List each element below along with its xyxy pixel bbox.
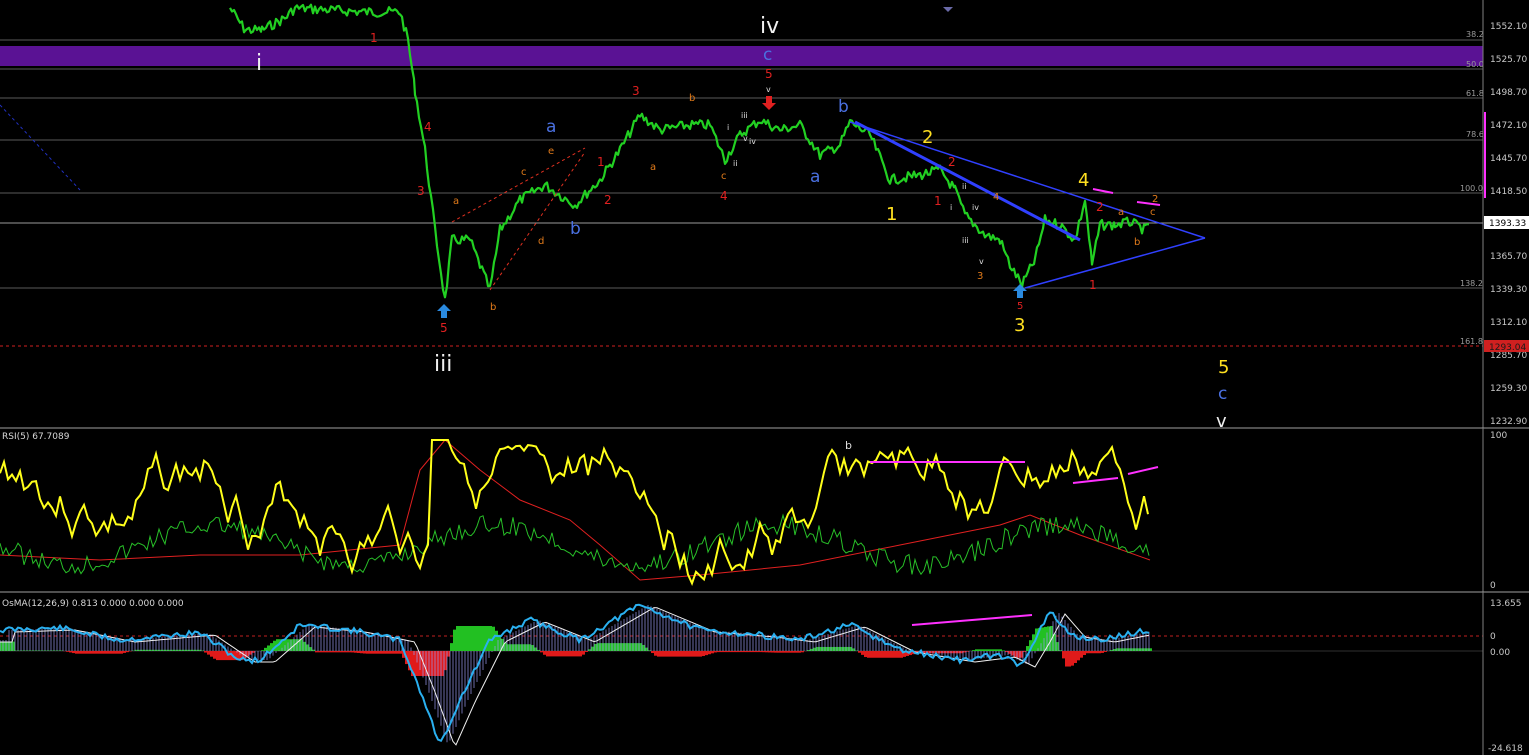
wave-label-w-iv2: iv [972, 203, 979, 212]
svg-text:1498.70: 1498.70 [1490, 88, 1527, 98]
rsi-title: RSI(5) 67.7089 [2, 432, 70, 442]
wave-label-3: 3 [1014, 315, 1025, 336]
wave-label-v: v [1216, 411, 1227, 432]
wave-label-red-5-top: 5 [765, 67, 773, 81]
wave-label-red-2c: 2 [1096, 200, 1104, 214]
wave-label-red-1c: 1 [1089, 278, 1097, 292]
trading-chart[interactable]: 38.2 50.0 61.8 78.6 100.0 138.2 161.8 i … [0, 0, 1529, 755]
fib-label-161: 161.8 [1460, 337, 1483, 346]
wave-label-o-b2: b [689, 93, 695, 104]
osma-max: 13.655 [1490, 599, 1522, 609]
wave-label-c-end: c [1218, 384, 1227, 404]
wave-label-o-a2: a [650, 162, 656, 173]
wave-label-o-e: e [548, 146, 554, 157]
wave-label-red-3: 3 [417, 184, 425, 198]
wave-label-c-top: c [763, 45, 772, 65]
wave-label-red-2b: 2 [948, 155, 956, 169]
svg-text:1418.50: 1418.50 [1490, 187, 1527, 197]
wave-label-1: 1 [886, 204, 897, 225]
fib-label-61: 61.8 [1466, 89, 1484, 98]
fib-label-50: 50.0 [1466, 60, 1484, 69]
wave-label-w-i: i [727, 123, 729, 132]
wave-label-o-a: a [453, 196, 459, 207]
wave-label-i: i [256, 51, 262, 76]
target-price-value: 1293.04 [1489, 343, 1526, 353]
wave-label-w-iii: iii [741, 111, 748, 120]
wave-label-w-v2: v [979, 257, 984, 266]
wave-label-iii: iii [434, 352, 452, 377]
osma-signal-line [0, 607, 1150, 746]
wave-label-iv: iv [760, 14, 779, 39]
wave-label-w-ii2: ii [962, 182, 966, 191]
rsi-divergence-line-3 [1127, 466, 1159, 475]
svg-text:1312.10: 1312.10 [1490, 318, 1527, 328]
wave-label-w-v-top: v [766, 85, 771, 94]
wave-label-red-4: 4 [424, 120, 432, 134]
osma-panel[interactable]: OsMA(12,26,9) 0.813 0.000 0.000 0.000 13… [0, 592, 1523, 755]
wave-label-o-b3: b [1134, 237, 1140, 248]
price-panel[interactable]: 38.2 50.0 61.8 78.6 100.0 138.2 161.8 i … [0, 0, 1529, 432]
wave-label-red-1: 1 [370, 31, 378, 45]
osma-zero2: 0.00 [1490, 648, 1510, 658]
wave-label-w-v: v [743, 134, 748, 143]
wave-label-red-3b: 3 [632, 84, 640, 98]
svg-text:1472.10: 1472.10 [1490, 121, 1527, 131]
wave-label-4: 4 [1078, 170, 1089, 191]
current-price-value: 1393.33 [1489, 219, 1526, 229]
fib-label-38: 38.2 [1466, 30, 1484, 39]
wave-label-o-c: c [521, 167, 527, 178]
wave-label-2: 2 [922, 127, 933, 148]
wave-label-o-c2: c [721, 171, 727, 182]
macd-histogram [0, 605, 1150, 743]
fib-label-100: 100.0 [1460, 184, 1483, 193]
wave-label-o-c3: c [1150, 207, 1156, 218]
osma-title: OsMA(12,26,9) 0.813 0.000 0.000 0.000 [2, 599, 184, 609]
svg-text:1525.70: 1525.70 [1490, 55, 1527, 65]
wave-label-o-3c: 3 [977, 271, 983, 282]
wave-label-w-i2: i [950, 203, 952, 212]
wave-label-o-2d: 2 [1152, 194, 1158, 205]
osma-divergence-line [911, 614, 1033, 626]
rsi-panel[interactable]: RSI(5) 67.7089 b 100 0 [0, 428, 1507, 592]
wave-label-o-d: d [538, 236, 544, 247]
rsi-min: 0 [1490, 581, 1496, 591]
fib-zone-band [0, 46, 1483, 66]
wave-label-red-5: 5 [440, 321, 448, 335]
wave-label-red-2a: 2 [604, 193, 612, 207]
osma-main-line [0, 603, 1150, 743]
rsi-max: 100 [1490, 431, 1507, 441]
fib-label-78: 78.6 [1466, 130, 1484, 139]
wave-label-w-ii: ii [733, 159, 737, 168]
svg-text:1339.30: 1339.30 [1490, 285, 1527, 295]
wave-label-red-5b: 5 [1017, 301, 1023, 312]
wave-label-b2: b [838, 97, 849, 117]
wave-label-w-iii2: iii [962, 236, 969, 245]
wave-label-a: a [546, 117, 556, 137]
svg-text:1552.10: 1552.10 [1490, 22, 1527, 32]
wave-label-b: b [570, 219, 581, 239]
wave-label-o-a3: a [1118, 207, 1124, 218]
rsi-divergence-line-2 [1072, 477, 1119, 484]
wave-label-5: 5 [1218, 357, 1229, 378]
svg-text:1365.70: 1365.70 [1490, 252, 1527, 262]
wave-label-w-iv: iv [749, 137, 756, 146]
wave-label-a2: a [810, 167, 820, 187]
wave-label-red-4b: 4 [720, 189, 728, 203]
wave-label-o-b: b [490, 302, 496, 313]
svg-text:1232.90: 1232.90 [1490, 417, 1527, 427]
fib-label-138: 138.2 [1460, 279, 1483, 288]
osma-zero: 0 [1490, 632, 1496, 642]
rsi-wave-b: b [845, 439, 852, 452]
wave-label-red-1a: 1 [597, 155, 605, 169]
osma-min: -24.618 [1488, 744, 1523, 754]
svg-text:1445.70: 1445.70 [1490, 154, 1527, 164]
wave-label-red-1b: 1 [934, 194, 942, 208]
wave-label-o-4c: 4 [993, 192, 999, 203]
svg-text:1259.30: 1259.30 [1490, 384, 1527, 394]
